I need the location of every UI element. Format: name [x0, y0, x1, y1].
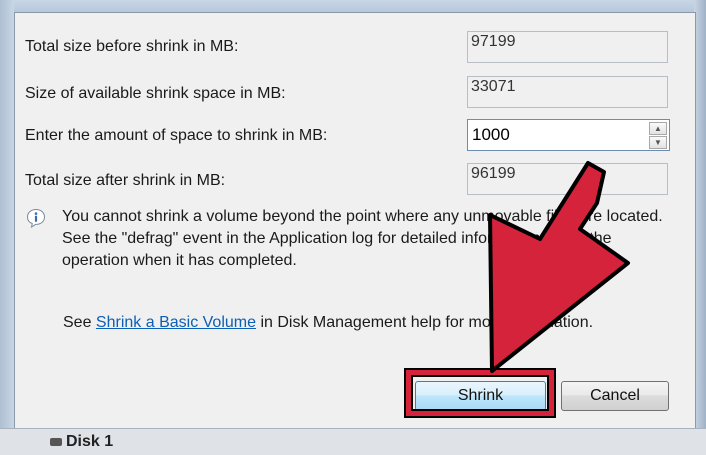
info-message: You cannot shrink a volume beyond the po…: [62, 208, 663, 269]
shrink-amount-input[interactable]: [468, 120, 644, 150]
info-icon: [26, 208, 46, 228]
value-total-before: 97199: [467, 31, 668, 63]
help-prefix: See: [63, 314, 96, 331]
highlight-box: [406, 370, 554, 416]
help-link-shrink-basic-volume[interactable]: Shrink a Basic Volume: [96, 314, 256, 331]
label-available-shrink: Size of available shrink space in MB:: [25, 85, 286, 102]
cancel-button[interactable]: Cancel: [561, 381, 669, 411]
label-amount-to-shrink: Enter the amount of space to shrink in M…: [25, 127, 328, 144]
shrink-amount-stepper[interactable]: ▲ ▼: [467, 119, 670, 151]
disk-label: Disk 1: [66, 433, 114, 450]
help-line: See Shrink a Basic Volume in Disk Manage…: [63, 314, 593, 332]
label-total-after: Total size after shrink in MB:: [25, 172, 226, 189]
stepper-up-button[interactable]: ▲: [649, 122, 667, 135]
stepper-down-button[interactable]: ▼: [649, 136, 667, 149]
disk-icon: [50, 438, 62, 446]
value-available-shrink: 33071: [467, 76, 668, 108]
value-total-after: 96199: [467, 163, 668, 195]
help-suffix: in Disk Management help for more informa…: [256, 314, 594, 331]
label-total-before: Total size before shrink in MB:: [25, 38, 239, 55]
window-frame-top: [0, 0, 706, 12]
window-frame-left: [0, 0, 14, 454]
